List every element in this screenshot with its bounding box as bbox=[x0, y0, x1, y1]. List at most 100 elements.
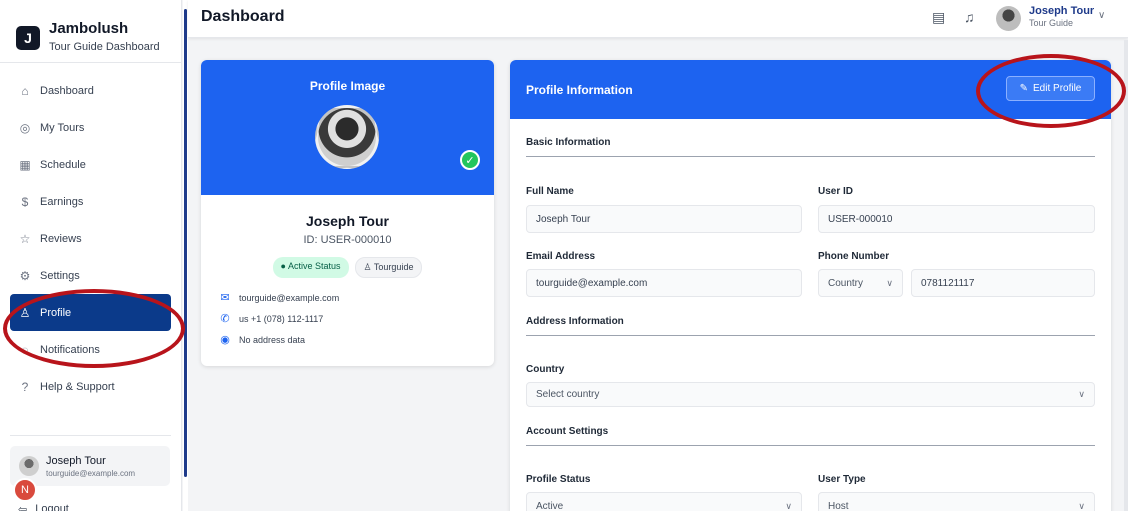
avatar[interactable] bbox=[996, 6, 1021, 31]
user-type-value: Host bbox=[828, 500, 849, 511]
calendar-icon: ▦ bbox=[19, 157, 31, 172]
header-user-role: Tour Guide bbox=[1029, 18, 1074, 28]
profile-info-title: Profile Information bbox=[526, 83, 633, 97]
profile-photo[interactable] bbox=[315, 105, 379, 169]
header-user-name[interactable]: Joseph Tour bbox=[1029, 5, 1094, 17]
sidebar-item-label: Settings bbox=[40, 269, 80, 282]
star-icon: ☆ bbox=[19, 231, 31, 246]
sidebar-item-settings[interactable]: ⚙ Settings bbox=[10, 257, 171, 294]
contact-address-text: No address data bbox=[239, 334, 306, 345]
page-scrollbar[interactable] bbox=[1124, 40, 1128, 511]
chevron-down-icon: ∨ bbox=[785, 500, 792, 511]
sidebar-item-earnings[interactable]: $ Earnings bbox=[10, 183, 171, 220]
profile-banner: Profile Image ✓ bbox=[201, 60, 494, 195]
help-icon: ? bbox=[21, 379, 29, 394]
account-settings-heading: Account Settings bbox=[526, 426, 1095, 446]
gear-icon: ⚙ bbox=[19, 268, 31, 283]
edit-profile-label: Edit Profile bbox=[1033, 83, 1082, 94]
chevron-down-icon: ∨ bbox=[886, 277, 893, 288]
sidebar-item-help-support[interactable]: ? Help & Support bbox=[10, 368, 171, 405]
brand-name: Jambolush bbox=[49, 20, 129, 37]
sidebar-item-label: Reviews bbox=[40, 232, 82, 245]
full-name-label: Full Name bbox=[526, 186, 574, 197]
sidebar-divider bbox=[10, 435, 171, 436]
dashboard-icon: ⌂ bbox=[21, 83, 29, 98]
scrollbar-thumb[interactable] bbox=[184, 9, 187, 477]
profile-badges: ● Active Status ♙ Tourguide bbox=[201, 257, 494, 278]
profile-status-label: Profile Status bbox=[526, 474, 591, 485]
page-title: Dashboard bbox=[201, 8, 285, 25]
top-header: Dashboard ▤ ♫ Joseph Tour Tour Guide ∨ bbox=[188, 0, 1128, 38]
logout-button[interactable]: ⇦ Logout bbox=[18, 503, 69, 511]
bell-icon[interactable]: ♫ bbox=[964, 9, 975, 25]
contact-email: ✉ tourguide@example.com bbox=[219, 287, 494, 308]
profile-id: ID: USER-000010 bbox=[303, 234, 392, 246]
basic-information-heading: Basic Information bbox=[526, 137, 1095, 157]
country-select[interactable]: Select country ∨ bbox=[526, 382, 1095, 407]
country-code-select[interactable]: Country ∨ bbox=[818, 269, 903, 297]
logout-icon: ⇦ bbox=[18, 504, 28, 511]
edit-profile-button[interactable]: ✎ Edit Profile bbox=[1006, 76, 1095, 101]
profile-name: Joseph Tour bbox=[306, 213, 389, 229]
sidebar-scrollbar[interactable] bbox=[183, 0, 188, 511]
profile-status-select[interactable]: Active ∨ bbox=[526, 492, 802, 511]
country-label: Country bbox=[526, 364, 565, 375]
contact-address: ◉ No address data bbox=[219, 329, 494, 350]
chevron-down-icon: ∨ bbox=[1078, 389, 1085, 399]
brand[interactable]: J Jambolush Tour Guide Dashboard bbox=[0, 0, 181, 63]
logout-label: Logout bbox=[35, 503, 69, 511]
notification-badge[interactable]: N bbox=[13, 478, 37, 502]
user-id-field[interactable]: USER-000010 bbox=[818, 205, 1095, 233]
phone-icon: ✆ bbox=[220, 313, 230, 325]
sidebar-user-name: Joseph Tour bbox=[46, 454, 106, 467]
role-badge: ♙ Tourguide bbox=[354, 257, 423, 278]
sidebar-item-label: Notifications bbox=[40, 343, 100, 356]
user-type-label: User Type bbox=[818, 474, 866, 485]
mail-icon: ✉ bbox=[220, 292, 230, 304]
edit-icon: ✎ bbox=[1019, 83, 1029, 94]
contact-list: ✉ tourguide@example.com ✆ us +1 (078) 112-… bbox=[201, 287, 494, 350]
sidebar-item-profile[interactable]: ♙ Profile bbox=[10, 294, 171, 331]
profile-status-value: Active bbox=[536, 500, 564, 511]
chevron-down-icon: ∨ bbox=[1078, 500, 1085, 511]
message-icon[interactable]: ▤ bbox=[932, 9, 945, 26]
sidebar-item-label: Dashboard bbox=[40, 84, 94, 97]
sidebar-item-notifications[interactable]: ◌ Notifications bbox=[10, 331, 171, 368]
chevron-down-icon[interactable]: ∨ bbox=[1098, 10, 1105, 21]
compass-icon: ◎ bbox=[19, 120, 31, 135]
sidebar-item-label: Schedule bbox=[40, 158, 86, 171]
sidebar-item-schedule[interactable]: ▦ Schedule bbox=[10, 146, 171, 183]
full-name-field[interactable]: Joseph Tour bbox=[526, 205, 802, 233]
contact-phone-text: us +1 (078) 112-1117 bbox=[239, 313, 324, 324]
user-id-label: User ID bbox=[818, 186, 854, 197]
location-pin-icon: ◉ bbox=[220, 334, 230, 346]
contact-phone: ✆ us +1 (078) 112-1117 bbox=[219, 308, 494, 329]
sidebar-item-my-tours[interactable]: ◎ My Tours bbox=[10, 109, 171, 146]
brand-subtitle: Tour Guide Dashboard bbox=[49, 41, 160, 53]
sidebar-item-label: Profile bbox=[40, 306, 72, 319]
phone-label: Phone Number bbox=[818, 251, 890, 262]
sidebar-item-dashboard[interactable]: ⌂ Dashboard bbox=[10, 72, 171, 109]
country-code-value: Country bbox=[828, 277, 864, 289]
contact-email-text: tourguide@example.com bbox=[239, 292, 340, 303]
phone-field[interactable]: 0781121117 bbox=[911, 269, 1095, 297]
sidebar-item-label: My Tours bbox=[40, 121, 85, 134]
email-field[interactable]: tourguide@example.com bbox=[526, 269, 802, 297]
user-type-select[interactable]: Host ∨ bbox=[818, 492, 1095, 511]
earnings-icon: $ bbox=[21, 194, 29, 209]
user-icon: ♙ bbox=[19, 305, 31, 320]
sidebar-user-email: tourguide@example.com bbox=[46, 468, 136, 478]
sidebar-user-card[interactable]: Joseph Tour tourguide@example.com bbox=[10, 446, 170, 486]
profile-image-title: Profile Image bbox=[309, 79, 386, 93]
status-badge: ● Active Status bbox=[272, 257, 349, 278]
bell-icon: ◌ bbox=[21, 342, 29, 357]
sidebar: J Jambolush Tour Guide Dashboard ⌂ Dashbo… bbox=[0, 0, 182, 511]
profile-image-card: Profile Image ✓ Joseph Tour ID: USER-000… bbox=[201, 60, 494, 366]
sidebar-item-reviews[interactable]: ☆ Reviews bbox=[10, 220, 171, 257]
sidebar-item-label: Help & Support bbox=[40, 380, 115, 393]
brand-logo-icon: J bbox=[16, 25, 40, 50]
profile-info-header: Profile Information ✎ Edit Profile bbox=[510, 60, 1111, 119]
verified-check-icon: ✓ bbox=[460, 150, 480, 170]
profile-information-card: Profile Information ✎ Edit Profile Basic … bbox=[510, 60, 1111, 511]
sidebar-item-label: Earnings bbox=[40, 195, 84, 208]
